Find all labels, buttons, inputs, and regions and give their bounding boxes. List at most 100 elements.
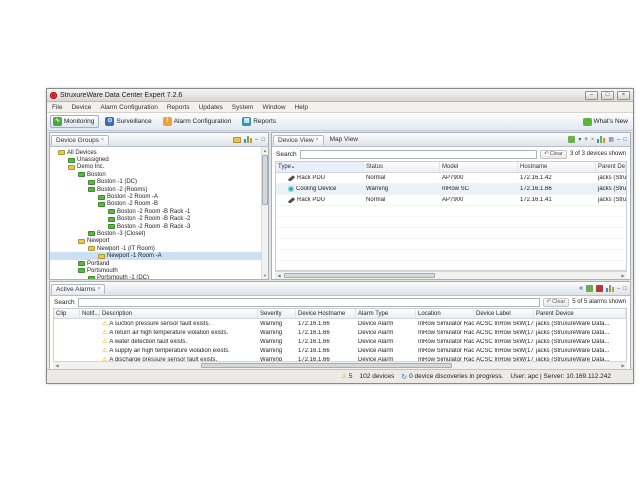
tree-item-newport-1-room-a[interactable]: Newport -1 Room -A	[50, 252, 268, 259]
device-clear-button[interactable]: ↶ Clear	[540, 150, 567, 159]
menu-system[interactable]: System	[232, 104, 254, 111]
alarm-history-icon[interactable]	[596, 285, 603, 292]
device-row-1[interactable]: Rack PDU Normal AP7900 172.16.1.42 jacks…	[276, 173, 626, 184]
tree-item-newport-1[interactable]: Newport -1 (IT Room)	[50, 245, 268, 252]
column-device-hostname[interactable]: Device Hostname	[296, 309, 356, 318]
chart-icon[interactable]	[606, 285, 614, 292]
tree-item-demo-inc[interactable]: Demo Inc.	[50, 164, 268, 171]
export-icon[interactable]	[586, 285, 593, 292]
delete-device-icon[interactable]: ×	[591, 136, 595, 144]
tree-item-portsmouth-1[interactable]: Portsmouth -1 (DC)	[50, 275, 268, 279]
tree-item-boston-3[interactable]: Boston -3 (Closet)	[50, 230, 268, 237]
column-alarm-type[interactable]: Alarm Type	[356, 309, 416, 318]
menu-device[interactable]: Device	[71, 104, 91, 111]
column-type[interactable]: Type▴	[276, 162, 364, 172]
alarms-search-input[interactable]	[78, 298, 540, 307]
perspective-reports[interactable]: ▤ Reports	[239, 115, 281, 128]
device-horizontal-scrollbar[interactable]: ◀ ▶	[275, 271, 627, 279]
perspective-monitoring[interactable]: ∿ Monitoring	[50, 115, 99, 128]
tree-item-newport[interactable]: Newport	[50, 238, 268, 245]
window-maximize-button[interactable]: □	[601, 91, 614, 100]
scroll-down-icon[interactable]: ▼	[263, 273, 267, 278]
scroll-up-icon[interactable]: ▲	[263, 148, 267, 153]
close-icon[interactable]: ×	[316, 137, 319, 143]
collapse-all-icon[interactable]: «	[579, 285, 583, 292]
status-discovery[interactable]: ↻ 0 device discoveries in progress.	[401, 373, 503, 381]
device-search-input[interactable]	[300, 150, 538, 159]
tab-device-groups[interactable]: Device Groups ×	[51, 135, 109, 145]
alarm-row-2[interactable]: ⚠A return air high temperature violation…	[54, 328, 626, 337]
column-clip[interactable]: Clip	[54, 309, 80, 318]
export-icon[interactable]	[568, 136, 575, 143]
scrollbar-thumb[interactable]	[201, 363, 452, 368]
column-location[interactable]: Location	[416, 309, 474, 318]
table-view-icon[interactable]: ▦	[608, 136, 614, 144]
scroll-left-icon[interactable]: ◀	[53, 362, 61, 369]
tree-vertical-scrollbar[interactable]: ▲ ▼	[261, 147, 268, 279]
whats-new-button[interactable]: What's New	[583, 118, 630, 126]
menu-help[interactable]: Help	[295, 104, 308, 111]
tree-item-boston-2-room-a[interactable]: Boston -2 Room -A	[50, 193, 268, 200]
tree-item-boston-1[interactable]: Boston -1 (DC)	[50, 179, 268, 186]
column-status[interactable]: Status	[364, 162, 440, 172]
chart-icon[interactable]	[244, 136, 252, 143]
column-hostname[interactable]: Hostname	[518, 162, 596, 172]
status-device-count[interactable]: 102 devices	[360, 373, 395, 380]
perspective-alarm-configuration[interactable]: ! Alarm Configuration	[160, 115, 236, 128]
scroll-right-icon[interactable]: ▶	[619, 272, 627, 279]
tree-item-rack-1[interactable]: Boston -2 Room -B Rack -1	[50, 208, 268, 215]
tree-item-rack-2[interactable]: Boston -2 Room -B Rack -2	[50, 216, 268, 223]
menu-file[interactable]: File	[52, 104, 62, 111]
tab-active-alarms[interactable]: Active Alarms ×	[51, 284, 105, 294]
close-icon[interactable]: ×	[101, 137, 104, 143]
menu-reports[interactable]: Reports	[167, 104, 190, 111]
tree-item-portland[interactable]: Portland	[50, 260, 268, 267]
alarm-row-3[interactable]: ⚠A water detection fault exists. Warning…	[54, 337, 626, 346]
panel-minimize-icon[interactable]: –	[617, 285, 620, 293]
tree-item-boston-2[interactable]: Boston -2 (Rooms)	[50, 186, 268, 193]
dropdown-icon[interactable]: ▾	[578, 136, 581, 144]
window-minimize-button[interactable]: –	[585, 91, 598, 100]
panel-maximize-icon[interactable]: □	[623, 136, 627, 144]
close-icon[interactable]: ×	[97, 286, 100, 292]
panel-maximize-icon[interactable]: □	[261, 136, 265, 144]
column-model[interactable]: Model	[440, 162, 518, 172]
device-row-3[interactable]: Rack PDU Normal AP7900 172.16.1.41 jacks…	[276, 195, 626, 206]
column-description[interactable]: Description	[100, 309, 258, 318]
tree-item-label: Boston -2 Room -B Rack -1	[117, 209, 190, 215]
tree-item-boston-2-room-b[interactable]: Boston -2 Room -B	[50, 201, 268, 208]
scroll-right-icon[interactable]: ▶	[619, 362, 627, 369]
column-device-label[interactable]: Device Label	[474, 309, 534, 318]
chart-icon[interactable]	[597, 136, 605, 143]
add-device-icon[interactable]: +	[584, 136, 588, 144]
alarm-row-1[interactable]: ⚠A suction pressure sensor fault exists.…	[54, 319, 626, 328]
window-close-button[interactable]: ×	[617, 91, 630, 100]
menu-window[interactable]: Window	[262, 104, 285, 111]
alarms-horizontal-scrollbar[interactable]: ◀ ▶	[53, 361, 627, 369]
tree-item-all-devices[interactable]: All Devices	[50, 149, 268, 156]
tree-item-rack-3[interactable]: Boston -2 Room -B Rack -3	[50, 223, 268, 230]
scrollbar-thumb[interactable]	[262, 155, 268, 205]
column-notification[interactable]: Notif...	[80, 309, 100, 318]
panel-minimize-icon[interactable]: –	[617, 136, 620, 144]
menu-alarm-configuration[interactable]: Alarm Configuration	[100, 104, 157, 111]
menu-updates[interactable]: Updates	[199, 104, 223, 111]
tree-item-portsmouth[interactable]: Portsmouth	[50, 267, 268, 274]
panel-maximize-icon[interactable]: □	[623, 285, 627, 293]
column-parent-device[interactable]: Parent Device	[596, 162, 626, 172]
folder-icon[interactable]	[233, 137, 241, 143]
alarm-row-4[interactable]: ⚠A supply air high temperature violation…	[54, 346, 626, 355]
tree-item-boston[interactable]: Boston	[50, 171, 268, 178]
tab-map-view[interactable]: Map View	[326, 135, 362, 144]
device-row-2[interactable]: Cooling Device Warning InRow SC 172.16.1…	[276, 184, 626, 195]
alarms-clear-button[interactable]: ↶ Clear	[543, 298, 570, 307]
column-severity[interactable]: Severity	[258, 309, 296, 318]
tab-device-view[interactable]: Device View ×	[273, 135, 324, 145]
status-alarm-summary[interactable]: ⚠ 5	[342, 373, 353, 380]
perspective-surveillance[interactable]: ⊙ Surveillance	[102, 115, 156, 128]
scrollbar-thumb[interactable]	[284, 273, 435, 278]
column-parent-device[interactable]: Parent Device	[534, 309, 626, 318]
scroll-left-icon[interactable]: ◀	[275, 272, 283, 279]
panel-minimize-icon[interactable]: –	[255, 136, 258, 144]
tree-item-unassigned[interactable]: Unassigned	[50, 156, 268, 163]
